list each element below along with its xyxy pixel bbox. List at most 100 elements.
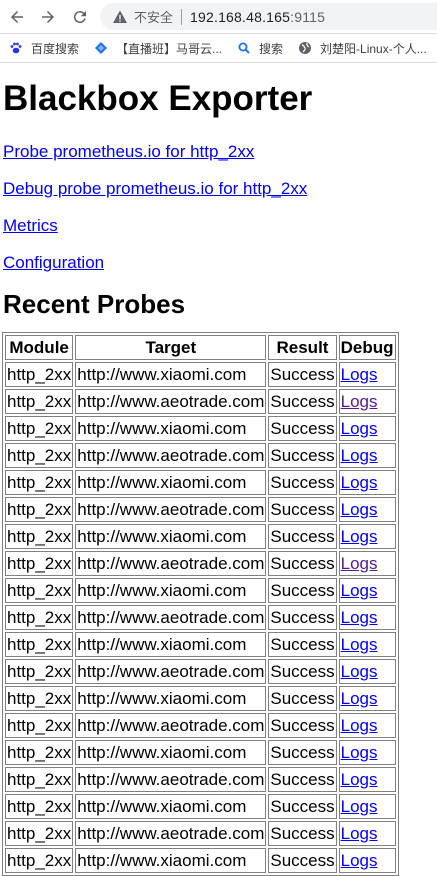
metrics-link[interactable]: Metrics (3, 216, 58, 235)
module-cell: http_2xx (5, 767, 74, 792)
reload-button[interactable] (67, 4, 93, 30)
module-cell: http_2xx (5, 362, 74, 387)
logs-link[interactable]: Logs (341, 473, 378, 492)
table-row: http_2xx http://www.xiaomi.com Success Logs (5, 740, 396, 765)
debug-cell: Logs (338, 605, 396, 630)
bookmark-label: 百度搜索 (31, 41, 80, 56)
table-row: http_2xx http://www.aeotrade.com Success Lo… (5, 443, 396, 468)
module-cell: http_2xx (5, 659, 74, 684)
table-row: http_2xx http://www.aeotrade.com Success Lo… (5, 713, 396, 738)
table-row: http_2xx http://www.xiaomi.com Success Logs (5, 848, 396, 873)
bookmark-mage-live[interactable]: 【直播班】马哥云... (94, 40, 222, 57)
module-cell: http_2xx (5, 578, 74, 603)
logs-link[interactable]: Logs (341, 797, 378, 816)
logs-link[interactable]: Logs (341, 770, 378, 789)
logs-link[interactable]: Logs (341, 365, 378, 384)
module-cell: http_2xx (5, 794, 74, 819)
table-row: http_2xx http://www.xiaomi.com Success Logs (5, 686, 396, 711)
debug-cell: Logs (338, 848, 396, 873)
logs-link[interactable]: Logs (341, 500, 378, 519)
result-cell: Success (268, 740, 337, 765)
table-row: http_2xx http://www.aeotrade.com Success Lo… (5, 497, 396, 522)
debug-probe-link[interactable]: Debug probe prometheus.io for http_2xx (3, 179, 307, 198)
result-cell: Success (268, 686, 337, 711)
probe-link[interactable]: Probe prometheus.io for http_2xx (3, 142, 254, 161)
debug-cell: Logs (338, 362, 396, 387)
target-cell: http://www.aeotrade.com (75, 497, 267, 522)
configuration-link-row: Configuration (3, 244, 437, 281)
module-cell: http_2xx (5, 443, 74, 468)
column-header-result: Result (268, 335, 337, 360)
result-cell: Success (268, 389, 337, 414)
logs-link[interactable]: Logs (341, 554, 378, 573)
table-row: http_2xx http://www.xiaomi.com Success Logs (5, 524, 396, 549)
page-title: Blackbox Exporter (3, 79, 313, 118)
target-cell: http://www.xiaomi.com (75, 470, 267, 495)
logs-link[interactable]: Logs (341, 716, 378, 735)
recent-probes-heading: Recent Probes (3, 289, 186, 319)
column-header-module: Module (5, 335, 74, 360)
back-button[interactable] (4, 4, 30, 30)
url-host: 192.168.48.165 (190, 8, 291, 25)
omnibox-divider (181, 8, 183, 25)
security-status[interactable]: 不安全 (134, 7, 173, 26)
logs-link[interactable]: Logs (341, 635, 378, 654)
module-cell: http_2xx (5, 848, 74, 873)
result-cell: Success (268, 524, 337, 549)
target-cell: http://www.aeotrade.com (75, 821, 267, 846)
result-cell: Success (268, 794, 337, 819)
debug-cell: Logs (338, 443, 396, 468)
table-row: http_2xx http://www.aeotrade.com Success Lo… (5, 659, 396, 684)
logs-link[interactable]: Logs (341, 419, 378, 438)
debug-cell: Logs (338, 821, 396, 846)
result-cell: Success (268, 713, 337, 738)
logs-link[interactable]: Logs (341, 608, 378, 627)
bookmark-label: 【直播班】马哥云... (116, 41, 223, 56)
target-cell: http://www.xiaomi.com (75, 848, 267, 873)
address-bar[interactable]: 不安全 192.168.48.165:9115 (100, 3, 437, 30)
module-cell: http_2xx (5, 821, 74, 846)
logs-link[interactable]: Logs (341, 824, 378, 843)
target-cell: http://www.aeotrade.com (75, 659, 267, 684)
configuration-link[interactable]: Configuration (3, 253, 104, 272)
warning-triangle-icon (112, 9, 128, 25)
result-cell: Success (268, 362, 337, 387)
search-icon (237, 41, 251, 55)
debug-cell: Logs (338, 740, 396, 765)
target-cell: http://www.xiaomi.com (75, 740, 267, 765)
result-cell: Success (268, 551, 337, 576)
logs-link[interactable]: Logs (341, 743, 378, 762)
logs-link[interactable]: Logs (341, 662, 378, 681)
table-row: http_2xx http://www.xiaomi.com Success Logs (5, 362, 396, 387)
forward-button[interactable] (35, 4, 61, 30)
debug-cell: Logs (338, 713, 396, 738)
page-content: Blackbox Exporter Probe prometheus.io fo… (2, 62, 437, 876)
logs-link[interactable]: Logs (341, 581, 378, 600)
column-header-debug: Debug (338, 335, 396, 360)
arrow-right-icon (42, 11, 54, 23)
bookmark-personal[interactable]: 刘楚阳-Linux-个人... (298, 40, 427, 57)
logs-link[interactable]: Logs (341, 689, 378, 708)
module-cell: http_2xx (5, 632, 74, 657)
target-cell: http://www.aeotrade.com (75, 389, 267, 414)
target-cell: http://www.aeotrade.com (75, 605, 267, 630)
target-cell: http://www.xiaomi.com (75, 794, 267, 819)
url-text[interactable]: 192.168.48.165:9115 (190, 9, 325, 25)
debug-cell: Logs (338, 632, 396, 657)
debug-cell: Logs (338, 794, 396, 819)
bookmark-search[interactable]: 搜索 (237, 40, 283, 57)
table-row: http_2xx http://www.xiaomi.com Success Logs (5, 794, 396, 819)
logs-link[interactable]: Logs (341, 392, 378, 411)
target-cell: http://www.aeotrade.com (75, 551, 267, 576)
table-header-row: Module Target Result Debug (5, 335, 396, 360)
logs-link[interactable]: Logs (341, 851, 378, 870)
reload-icon (73, 11, 86, 24)
table-row: http_2xx http://www.aeotrade.com Success Lo… (5, 551, 396, 576)
logs-link[interactable]: Logs (341, 446, 378, 465)
logs-link[interactable]: Logs (341, 527, 378, 546)
bookmark-baidu[interactable]: 百度搜索 (9, 40, 79, 57)
table-row: http_2xx http://www.aeotrade.com Success Lo… (5, 389, 396, 414)
result-cell: Success (268, 767, 337, 792)
browser-toolbar: 不安全 192.168.48.165:9115 (0, 0, 437, 34)
module-cell: http_2xx (5, 605, 74, 630)
